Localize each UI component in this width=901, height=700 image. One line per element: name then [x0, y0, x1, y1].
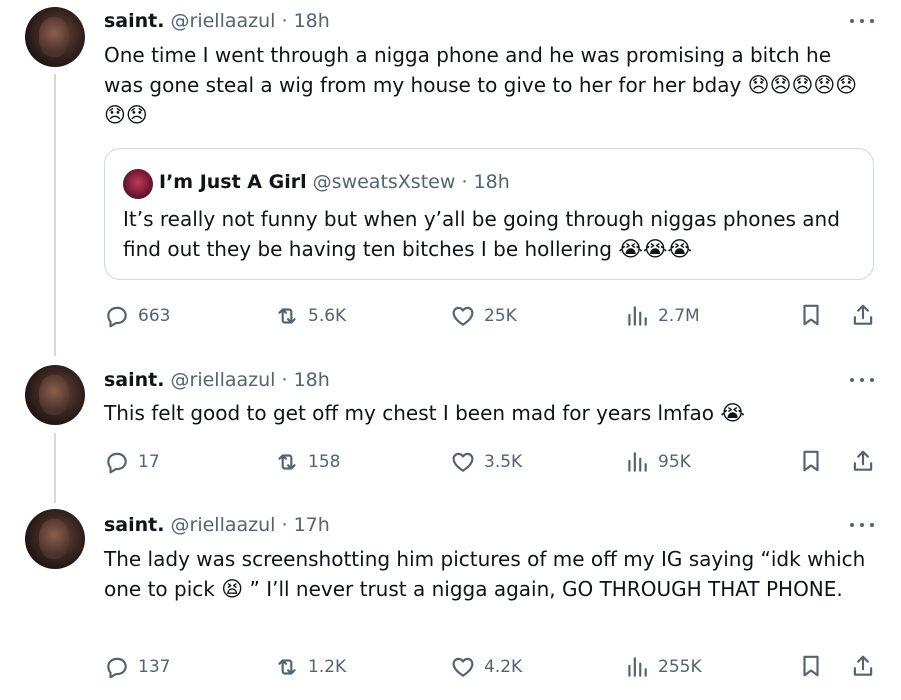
view-count: 95K [658, 452, 691, 472]
user-handle[interactable]: @riellaazul [171, 10, 276, 32]
emoji-group: 😭 [720, 401, 745, 425]
quote-display-name[interactable]: I’m Just A Girl [159, 171, 307, 193]
tweet-3[interactable]: saint. @riellaazul · 17h The lady was sc… [0, 500, 901, 700]
reply-count: 137 [138, 657, 171, 677]
timestamp[interactable]: · 18h [282, 10, 330, 32]
reply-icon [107, 657, 127, 679]
reply-icon [107, 306, 127, 328]
views-icon [628, 452, 647, 472]
quote-avatar[interactable] [123, 169, 153, 199]
tweet-header: saint. @riellaazul · 18h [104, 9, 330, 33]
views-button[interactable]: 2.7M [624, 302, 700, 330]
tweet-2[interactable]: saint. @riellaazul · 18h This felt good … [0, 355, 901, 503]
action-bar: 663 5.6K 25K 2.7M [104, 302, 880, 330]
quote-header: I’m Just A Girl @sweatsXstew · 18h [159, 169, 510, 195]
display-name[interactable]: saint. [104, 514, 164, 536]
display-name[interactable]: saint. [104, 10, 164, 32]
views-button[interactable]: 255K [624, 653, 702, 681]
avatar[interactable] [25, 509, 85, 569]
share-button[interactable] [850, 302, 876, 328]
like-icon [452, 452, 474, 472]
more-icon[interactable] [850, 375, 874, 385]
quoted-tweet[interactable]: I’m Just A Girl @sweatsXstew · 18h It’s … [104, 148, 874, 280]
views-icon [628, 306, 647, 326]
share-icon [853, 655, 873, 676]
reply-button[interactable]: 17 [104, 448, 160, 476]
repost-count: 1.2K [308, 657, 347, 677]
action-bar: 17 158 3.5K 95K [104, 448, 880, 476]
user-handle[interactable]: @riellaazul [171, 514, 276, 536]
like-icon [452, 306, 474, 326]
repost-icon [278, 454, 296, 470]
tweet-text: This felt good to get off my chest I bee… [104, 398, 874, 428]
thread-line [54, 433, 56, 503]
bookmark-button[interactable] [798, 653, 824, 679]
more-icon[interactable] [850, 520, 874, 530]
bookmark-icon [803, 304, 819, 326]
reply-button[interactable]: 663 [104, 302, 170, 330]
bookmark-button[interactable] [798, 302, 824, 328]
repost-count: 5.6K [308, 306, 347, 326]
views-button[interactable]: 95K [624, 448, 691, 476]
emoji-group: 😫 [221, 577, 244, 601]
user-handle[interactable]: @riellaazul [171, 369, 276, 391]
reply-icon [107, 452, 127, 474]
reply-count: 17 [138, 452, 160, 472]
quote-text: It’s really not funny but when y’all be … [123, 204, 863, 264]
views-icon [628, 657, 647, 677]
tweet-body: This felt good to get off my chest I bee… [104, 401, 715, 425]
action-bar: 137 1.2K 4.2K 255K [104, 653, 880, 681]
quote-timestamp[interactable]: · 18h [461, 171, 509, 193]
bookmark-icon [803, 655, 819, 677]
repost-button[interactable]: 158 [274, 448, 340, 476]
like-count: 3.5K [484, 452, 523, 472]
share-icon [853, 450, 873, 471]
tweet-1[interactable]: saint. @riellaazul · 18h One time I went… [0, 0, 901, 356]
quote-body: It’s really not funny but when y’all be … [123, 207, 840, 261]
like-count: 25K [484, 306, 517, 326]
like-button[interactable]: 4.2K [450, 653, 522, 681]
share-button[interactable] [850, 448, 876, 474]
like-icon [452, 657, 474, 677]
thread-line [54, 74, 56, 356]
repost-count: 158 [308, 452, 341, 472]
view-count: 2.7M [658, 306, 700, 326]
like-button[interactable]: 25K [450, 302, 517, 330]
share-icon [853, 304, 873, 325]
timestamp[interactable]: · 17h [282, 514, 330, 536]
quote-handle[interactable]: @sweatsXstew [313, 171, 456, 193]
tweet-body-after: ” I’ll never trust a nigga again, GO THR… [249, 577, 843, 601]
tweet-header: saint. @riellaazul · 18h [104, 368, 330, 392]
timestamp[interactable]: · 18h [282, 369, 330, 391]
reply-button[interactable]: 137 [104, 653, 170, 681]
tweet-body: One time I went through a nigga phone an… [104, 43, 832, 97]
bookmark-icon [803, 450, 819, 472]
bookmark-button[interactable] [798, 448, 824, 474]
tweet-header: saint. @riellaazul · 17h [104, 513, 330, 537]
more-icon[interactable] [850, 16, 874, 26]
like-count: 4.2K [484, 657, 523, 677]
display-name[interactable]: saint. [104, 369, 164, 391]
reply-count: 663 [138, 306, 171, 326]
emoji-group: 😭😭😭 [618, 237, 692, 261]
share-button[interactable] [850, 653, 876, 679]
tweet-text: One time I went through a nigga phone an… [104, 40, 874, 130]
repost-button[interactable]: 5.6K [274, 302, 346, 330]
tweet-text: The lady was screenshotting him pictures… [104, 544, 874, 604]
repost-icon [278, 659, 296, 675]
repost-button[interactable]: 1.2K [274, 653, 346, 681]
avatar[interactable] [25, 365, 85, 425]
repost-icon [278, 308, 296, 324]
like-button[interactable]: 3.5K [450, 448, 522, 476]
view-count: 255K [658, 657, 702, 677]
avatar[interactable] [25, 7, 85, 67]
